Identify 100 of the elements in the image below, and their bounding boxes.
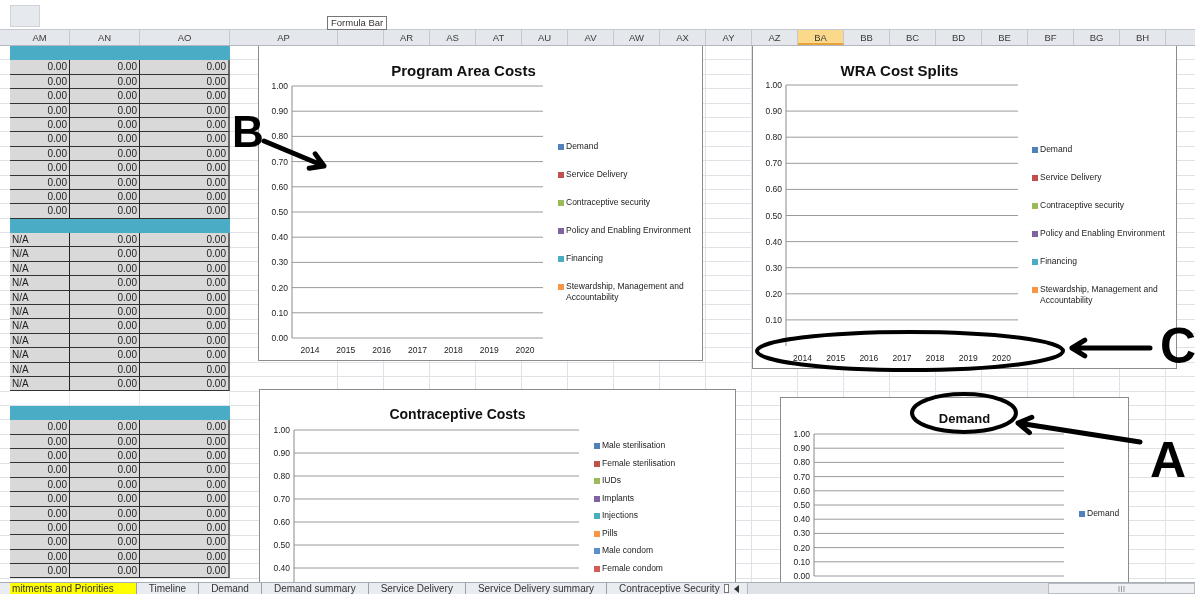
legend-label: Financing <box>1040 256 1077 267</box>
axis-tick-label: 0.80 <box>271 131 288 142</box>
sheet-tab[interactable]: Service Delivery <box>368 583 466 594</box>
table-cell: 0.00 <box>10 132 70 147</box>
axis-tick-label: 0.60 <box>273 517 290 527</box>
column-header[interactable]: BE <box>982 30 1028 45</box>
table-cell: 0.00 <box>70 204 140 219</box>
column-header[interactable]: BC <box>890 30 936 45</box>
table-cell: 0.00 <box>70 319 140 334</box>
axis-tick-label: 0.40 <box>271 232 288 243</box>
axis-tick-label: 0.60 <box>271 181 288 192</box>
axis-tick-label: 0.60 <box>765 184 782 195</box>
axis-tick-label: 0.40 <box>765 236 782 247</box>
legend-label: Female sterilisation <box>602 457 676 469</box>
column-header[interactable]: AM <box>10 30 70 45</box>
column-header[interactable]: BH <box>1120 30 1166 45</box>
sheet-tab[interactable]: Demand summary <box>261 583 369 594</box>
legend-label: Demand <box>1040 144 1073 155</box>
table-cell: 0.00 <box>140 276 230 291</box>
axis-tick-label: 1.00 <box>273 425 290 435</box>
table-cell: 0.00 <box>140 132 230 147</box>
annotation-letter: C <box>1160 321 1195 371</box>
axis-tick-label: 1.00 <box>793 429 810 439</box>
legend-label: Service Delivery <box>1040 172 1102 183</box>
sheet-tab[interactable]: mitments and Priorities <box>10 583 137 594</box>
grip-icon <box>1118 585 1125 592</box>
annotation-letter: B <box>232 110 264 154</box>
table-cell: 0.00 <box>140 564 230 579</box>
table-cell: N/A <box>10 247 70 262</box>
axis-category-label: 2015 <box>826 353 846 363</box>
table-cell: 0.00 <box>140 204 230 219</box>
column-header[interactable]: AS <box>430 30 476 45</box>
legend-label: Implants <box>602 492 635 504</box>
column-header[interactable]: AO <box>140 30 230 45</box>
table-cell: 0.00 <box>140 233 230 248</box>
axis-tick-label: 0.80 <box>765 132 782 143</box>
table-cell: 0.00 <box>140 492 230 507</box>
table-cell: 0.00 <box>70 233 140 248</box>
column-header[interactable]: BA <box>798 30 844 45</box>
axis-tick-label: 0.50 <box>765 210 782 221</box>
table-cell: 0.00 <box>70 348 140 363</box>
axis-tick-label: 0.10 <box>765 314 782 325</box>
tab-split-icon[interactable] <box>724 584 729 593</box>
annotation-arrow <box>261 138 327 171</box>
column-header[interactable]: AY <box>706 30 752 45</box>
legend-label: Demand <box>566 140 599 152</box>
column-header[interactable]: AN <box>70 30 140 45</box>
table-cell: 0.00 <box>140 535 230 550</box>
horizontal-scrollbar[interactable] <box>747 583 1195 594</box>
axis-tick-label: 0.90 <box>765 106 782 117</box>
chart-title: WRA Cost Splits <box>840 62 959 79</box>
chart-title: Program Area Costs <box>391 62 536 79</box>
table-cell: 0.00 <box>10 420 70 435</box>
axis-tick-label: 0.50 <box>793 500 810 510</box>
column-header[interactable]: AU <box>522 30 568 45</box>
table-cell: 0.00 <box>10 161 70 176</box>
legend-label: Contraceptive security <box>566 196 651 208</box>
axis-tick-label: 0.90 <box>273 448 290 458</box>
column-header[interactable]: AT <box>476 30 522 45</box>
tooltip: Formula Bar <box>327 16 388 30</box>
axis-tick-label: 0.10 <box>793 556 810 567</box>
sheet-tab[interactable]: Timeline <box>136 583 200 594</box>
table-cell: 0.00 <box>70 564 140 579</box>
axis-tick-label: 0.80 <box>793 457 810 468</box>
axis-category-label: 2015 <box>336 345 356 355</box>
axis-tick-label: 0.50 <box>273 540 290 550</box>
table-cell: 0.00 <box>70 132 140 147</box>
column-header[interactable]: AV <box>568 30 614 45</box>
column-header[interactable]: AX <box>660 30 706 45</box>
axis-category-label: 2019 <box>958 353 978 363</box>
table-cell: 0.00 <box>70 247 140 262</box>
table-cell: 0.00 <box>70 305 140 320</box>
chart-title: Demand <box>938 411 991 426</box>
legend-label: Contraceptive security <box>1040 200 1125 211</box>
axis-tick-label: 0.20 <box>271 282 288 293</box>
axis-category-label: 2014 <box>300 345 320 355</box>
legend-label: Policy and Enabling Environment <box>566 224 691 236</box>
name-box[interactable] <box>10 5 40 27</box>
scroll-left-icon[interactable] <box>734 584 739 593</box>
axis-tick-label: 0.40 <box>273 563 290 573</box>
table-cell: 0.00 <box>140 348 230 363</box>
axis-tick-label: 0.70 <box>273 494 290 504</box>
table-cell: 0.00 <box>70 276 140 291</box>
table-cell: 0.00 <box>70 420 140 435</box>
column-header[interactable]: AW <box>614 30 660 45</box>
column-header[interactable]: BF <box>1028 30 1074 45</box>
axis-tick-label: 0.00 <box>271 333 288 343</box>
table-cell: 0.00 <box>70 60 140 75</box>
axis-category-label: 2017 <box>892 353 912 363</box>
legend-label: Male condom <box>602 545 654 556</box>
column-header[interactable]: BD <box>936 30 982 45</box>
column-header[interactable]: BB <box>844 30 890 45</box>
chart-title: Contraceptive Costs <box>389 406 526 422</box>
sheet-tab[interactable]: Demand <box>199 583 262 594</box>
sheet-tab[interactable]: Service Delivery summary <box>465 583 608 594</box>
column-header[interactable]: BG <box>1074 30 1120 45</box>
table-cell: 0.00 <box>70 492 140 507</box>
annotation-letter: A <box>1150 435 1187 485</box>
axis-tick-label: 0.60 <box>793 485 810 496</box>
legend-label: Financing <box>566 252 603 264</box>
